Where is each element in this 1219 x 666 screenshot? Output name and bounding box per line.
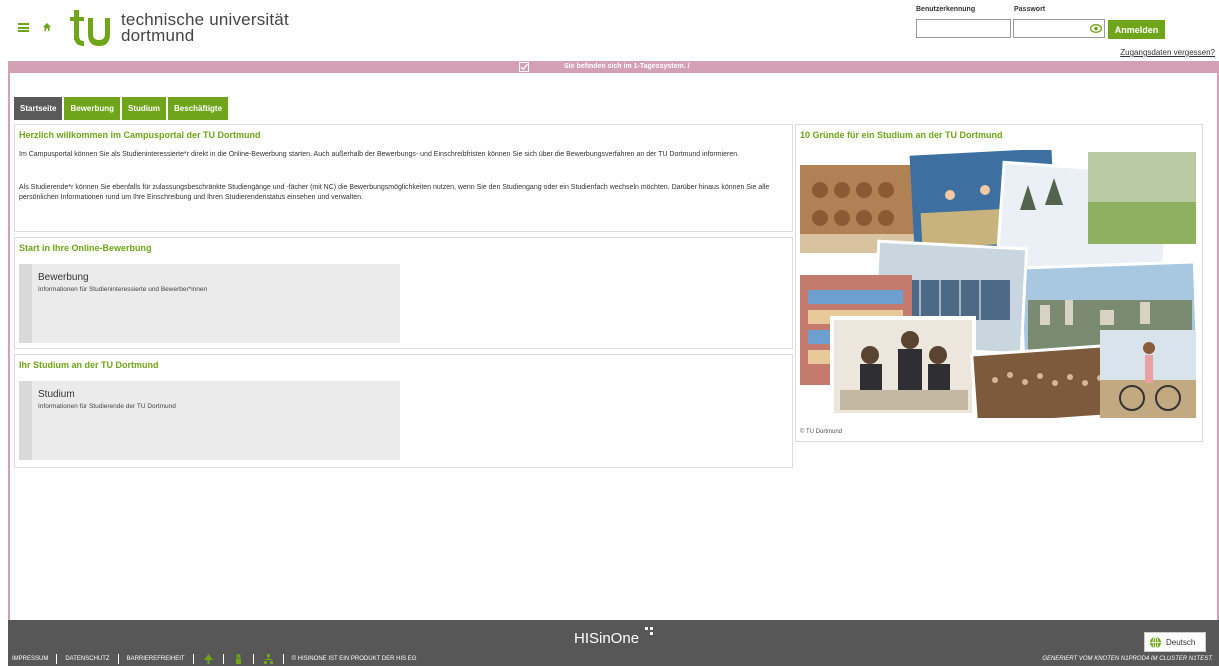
page-footer: HISinOne IMPRESSUM DATENSCHUTZ BARRIEREF… (8, 620, 1219, 666)
language-button[interactable]: Deutsch (1144, 632, 1206, 652)
welcome-panel: Herzlich willkommen im Campusportal der … (14, 124, 793, 232)
system-notice-text: Sie befinden sich im 1-Tagessystem. / (564, 63, 690, 70)
study-title: Ihr Studium an der TU Dortmund (19, 360, 159, 370)
login-button[interactable]: Anmelden (1108, 20, 1165, 39)
tu-logo-icon[interactable] (66, 8, 116, 48)
application-card-title: Bewerbung (38, 272, 89, 283)
system-notice-bar: Sie befinden sich im 1-Tagessystem. / (8, 61, 1219, 73)
sitemap-icon[interactable] (263, 654, 273, 664)
impressum-link[interactable]: IMPRESSUM (12, 656, 48, 662)
home-icon[interactable] (42, 22, 52, 32)
person-icon[interactable] (234, 654, 243, 664)
hisinone-logo: HISinOne (574, 630, 640, 647)
menu-icon[interactable] (18, 23, 29, 32)
footer-divider (252, 654, 254, 664)
username-label: Benutzerkennung (916, 6, 976, 13)
barrierefreiheit-link[interactable]: BARRIEREFREIHEIT (127, 656, 185, 662)
hisinone-dots-icon (645, 627, 653, 635)
show-password-icon[interactable] (1090, 24, 1102, 33)
his-note[interactable]: © HISINONE IST EIN PRODUKT DER HIS EG (292, 656, 417, 662)
tab-startseite[interactable]: Startseite (14, 97, 63, 120)
tab-bewerbung[interactable]: Bewerbung (64, 97, 121, 120)
application-title: Start in Ihre Online-Bewerbung (19, 243, 152, 253)
study-card[interactable]: Studium Informationen für Studierende de… (19, 381, 400, 460)
study-card-subtitle: Informationen für Studierende der TU Dor… (38, 403, 176, 410)
tree-icon[interactable] (203, 654, 213, 664)
reasons-title: 10 Gründe für ein Studium an der TU Dort… (800, 130, 1003, 140)
logo-line-2: dortmund (121, 26, 195, 45)
footer-divider (282, 654, 284, 664)
page-header: technische universität dortmund Benutzer… (0, 0, 1219, 60)
footer-links: IMPRESSUM DATENSCHUTZ BARRIEREFREIHEIT ©… (12, 654, 416, 664)
checkbox-icon[interactable] (519, 62, 529, 72)
main-navigation-tabs: Startseite Bewerbung Studium Beschäftigt… (14, 97, 230, 120)
forgot-credentials-link[interactable]: Zugangsdaten vergessen? (1120, 48, 1215, 57)
language-label: Deutsch (1166, 637, 1196, 647)
footer-divider (192, 654, 194, 664)
footer-divider (56, 654, 58, 664)
photo-caption: © TU Dortmund (800, 429, 842, 435)
study-panel: Ihr Studium an der TU Dortmund Studium I… (14, 354, 793, 468)
application-card-subtitle: Informationen für Studieninteressierte u… (38, 286, 208, 293)
reasons-panel: 10 Gründe für ein Studium an der TU Dort… (795, 124, 1203, 442)
application-panel: Start in Ihre Online-Bewerbung Bewerbung… (14, 237, 793, 349)
footer-divider (117, 654, 119, 664)
globe-icon (1150, 636, 1161, 648)
tab-beschaeftigte[interactable]: Beschäftigte (168, 97, 229, 120)
welcome-paragraph-2: Als Studierende*r können Sie ebenfalls f… (19, 184, 770, 201)
welcome-title: Herzlich willkommen im Campusportal der … (19, 130, 261, 140)
datenschutz-link[interactable]: DATENSCHUTZ (65, 656, 109, 662)
welcome-paragraph-1: Im Campusportal können Sie als Studienin… (19, 151, 740, 158)
application-card[interactable]: Bewerbung Informationen für Studieninter… (19, 264, 400, 343)
username-input[interactable] (916, 19, 1011, 38)
tab-studium[interactable]: Studium (122, 97, 167, 120)
footer-divider (222, 654, 224, 664)
campus-photo-collage[interactable] (800, 150, 1196, 418)
study-card-title: Studium (38, 389, 75, 400)
password-label: Passwort (1014, 6, 1046, 13)
university-name[interactable]: technische universität dortmund (121, 11, 289, 45)
generated-note: GENERIERT VOM KNOTEN N1PROD4 IM CLUSTER … (1042, 656, 1213, 662)
